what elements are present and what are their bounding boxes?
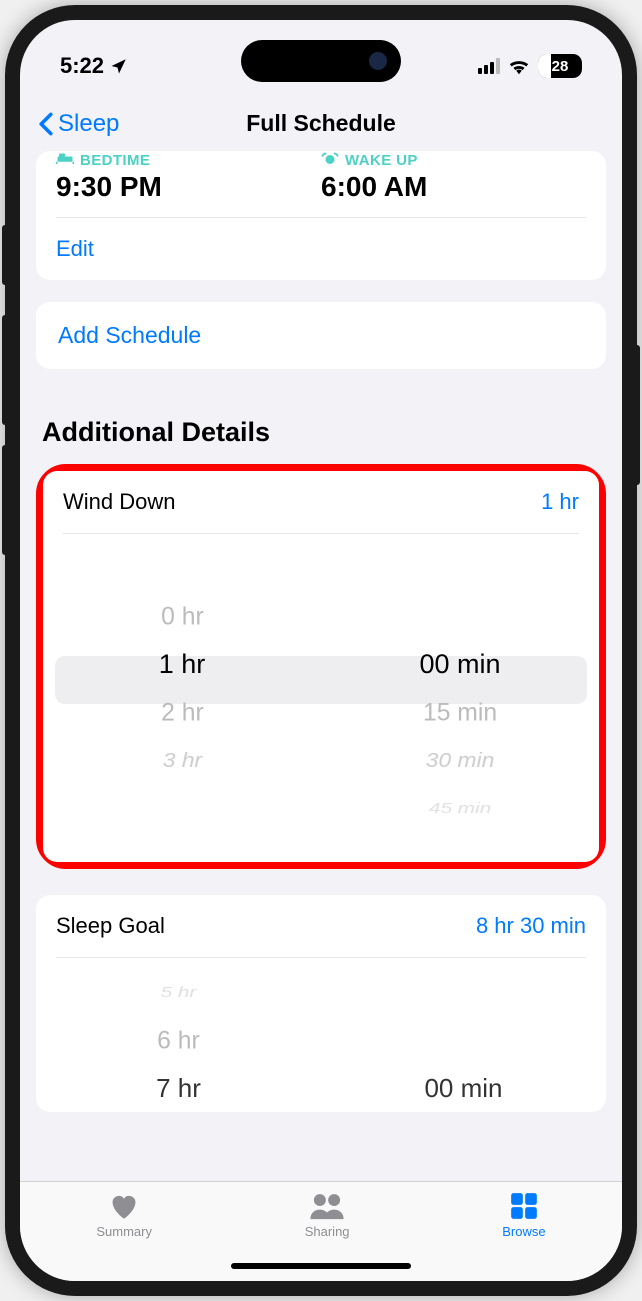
picker-item[interactable]: 5 hr	[161, 978, 197, 1005]
tab-label: Sharing	[305, 1224, 350, 1239]
minutes-picker-col[interactable]: 00 min 15 min 30 min 45 min	[321, 544, 599, 832]
picker-item[interactable]: 30 min	[426, 741, 495, 779]
picker-item[interactable]: 6 hr	[157, 1017, 200, 1063]
battery-icon: 28	[538, 54, 582, 78]
wakeup-value: 6:00 AM	[321, 171, 586, 203]
back-button[interactable]: Sleep	[38, 110, 119, 138]
minutes-picker-col[interactable]: 00 min	[321, 968, 606, 1112]
wind-down-picker[interactable]: 0 hr 1 hr 2 hr 3 hr 00 min 15 min 30 min	[43, 534, 599, 862]
tab-label: Browse	[502, 1224, 545, 1239]
sleep-goal-label: Sleep Goal	[56, 913, 165, 939]
wakeup-label: WAKE UP	[345, 152, 418, 169]
wind-down-card: Wind Down 1 hr 0 hr 1 hr 2 hr 3 h	[43, 471, 599, 862]
home-indicator[interactable]	[231, 1263, 411, 1269]
wind-down-label: Wind Down	[63, 489, 175, 515]
grid-icon	[509, 1192, 539, 1220]
nav-bar: Sleep Full Schedule	[20, 90, 622, 151]
edit-button[interactable]: Edit	[36, 218, 606, 280]
picker-item-selected[interactable]: 00 min	[419, 640, 500, 688]
hours-picker-col[interactable]: 0 hr 1 hr 2 hr 3 hr	[43, 544, 321, 832]
dynamic-island	[241, 40, 401, 82]
wifi-icon	[508, 57, 530, 75]
screen: 5:22 28 Sleep Full Schedule	[20, 20, 622, 1281]
highlight-annotation: Wind Down 1 hr 0 hr 1 hr 2 hr 3 h	[36, 464, 606, 869]
picker-item[interactable]: 7 hr	[156, 1064, 201, 1112]
heart-icon	[108, 1192, 140, 1220]
hours-picker-col[interactable]: 5 hr 6 hr 7 hr	[36, 968, 321, 1112]
tab-sharing[interactable]: Sharing	[305, 1192, 350, 1239]
cellular-icon	[478, 58, 500, 74]
back-label: Sleep	[58, 110, 119, 138]
phone-frame: 5:22 28 Sleep Full Schedule	[5, 5, 637, 1296]
picker-item[interactable]: 45 min	[429, 794, 491, 821]
wakeup-icon	[321, 151, 339, 169]
sleep-goal-card: Sleep Goal 8 hr 30 min 5 hr 6 hr 7 hr	[36, 895, 606, 1112]
sleep-goal-picker[interactable]: 5 hr 6 hr 7 hr 00 min	[36, 958, 606, 1112]
picker-item[interactable]: 15 min	[423, 689, 497, 735]
page-title: Full Schedule	[246, 110, 396, 137]
bedtime-label: BEDTIME	[80, 152, 150, 169]
chevron-left-icon	[38, 112, 54, 136]
picker-item[interactable]: 3 hr	[162, 741, 201, 779]
status-time: 5:22	[60, 53, 104, 79]
bedtime-value: 9:30 PM	[56, 171, 321, 203]
people-icon	[308, 1192, 346, 1220]
location-icon	[110, 57, 128, 75]
picker-item[interactable]: 2 hr	[161, 689, 204, 735]
tab-summary[interactable]: Summary	[96, 1192, 152, 1239]
picker-item[interactable]: 0 hr	[161, 593, 204, 639]
tab-browse[interactable]: Browse	[502, 1192, 545, 1239]
picker-item-selected[interactable]: 1 hr	[159, 640, 206, 688]
picker-item[interactable]: 00 min	[424, 1064, 502, 1112]
wind-down-value: 1 hr	[541, 489, 579, 515]
tab-label: Summary	[96, 1224, 152, 1239]
sleep-goal-value: 8 hr 30 min	[476, 913, 586, 939]
content[interactable]: BEDTIME 9:30 PM WAKE UP 6:00 AM Edit	[20, 151, 622, 1222]
schedule-card: BEDTIME 9:30 PM WAKE UP 6:00 AM Edit	[36, 151, 606, 280]
add-schedule-button[interactable]: Add Schedule	[36, 302, 606, 369]
section-title: Additional Details	[36, 407, 606, 464]
bedtime-icon	[56, 151, 74, 169]
